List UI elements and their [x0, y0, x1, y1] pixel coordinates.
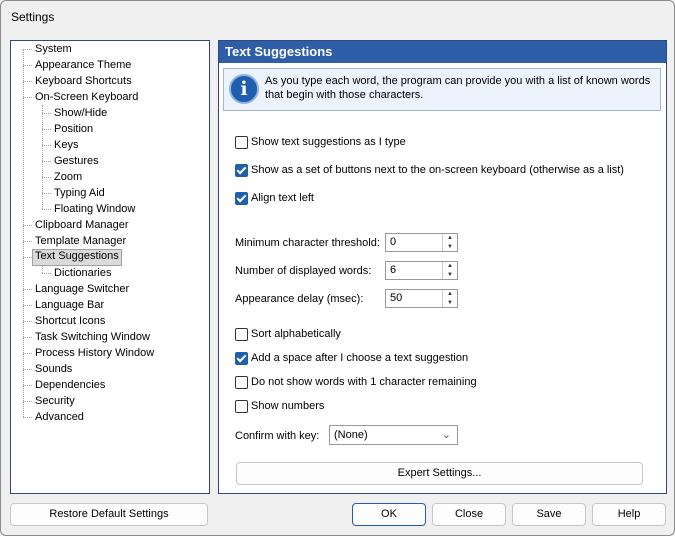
tree-item-keys[interactable]: Keys [52, 138, 80, 153]
delay-label: Appearance delay (msec): [235, 293, 364, 305]
tree-item-floating-window[interactable]: Floating Window [52, 202, 137, 217]
window-title: Settings [11, 10, 55, 24]
tree-item-zoom[interactable]: Zoom [52, 170, 84, 185]
tree-item-shortcut-icons[interactable]: Shortcut Icons [33, 314, 107, 329]
select-value[interactable]: (None) [334, 429, 368, 441]
spinner-buttons[interactable]: ▲ ▼ [442, 262, 457, 279]
spin-down-icon[interactable]: ▼ [443, 271, 457, 279]
tree-item-show-hide[interactable]: Show/Hide [52, 106, 109, 121]
tree-item-keyboard-shortcuts[interactable]: Keyboard Shortcuts [33, 74, 134, 89]
settings-tree[interactable]: System Appearance Theme Keyboard Shortcu… [10, 40, 210, 494]
checkbox-label: Add a space after I choose a text sugges… [251, 352, 469, 364]
info-box: i As you type each word, the program can… [223, 68, 661, 111]
min-threshold-spinner[interactable]: 0 ▲ ▼ [385, 233, 458, 252]
settings-window: Settings System Appearance Theme Keyboar [0, 0, 675, 536]
tree-item-typing-aid[interactable]: Typing Aid [52, 186, 107, 201]
tree-item-sounds[interactable]: Sounds [33, 362, 74, 377]
ok-button[interactable]: OK [352, 503, 426, 526]
spinner-value[interactable]: 6 [390, 264, 396, 276]
tree-item-process-history-window[interactable]: Process History Window [33, 346, 156, 361]
checkbox-box[interactable] [235, 328, 248, 341]
save-button[interactable]: Save [512, 503, 586, 526]
checkbox-box[interactable] [235, 400, 248, 413]
spin-down-icon[interactable]: ▼ [443, 243, 457, 251]
checkbox-box[interactable] [235, 136, 248, 149]
checkbox-box[interactable] [235, 164, 248, 177]
tree-item-gestures[interactable]: Gestures [52, 154, 101, 169]
info-text: As you type each word, the program can p… [265, 75, 651, 101]
info-icon: i [229, 74, 259, 104]
checkbox-label: Show as a set of buttons next to the on-… [251, 164, 624, 176]
tree-item-dictionaries[interactable]: Dictionaries [52, 266, 113, 281]
delay-spinner[interactable]: 50 ▲ ▼ [385, 289, 458, 308]
tree-item-on-screen-keyboard[interactable]: On-Screen Keyboard [33, 90, 140, 105]
close-button[interactable]: Close [432, 503, 506, 526]
spinner-value[interactable]: 50 [390, 292, 402, 304]
checkbox-label: Show numbers [251, 400, 325, 412]
tree-item-security[interactable]: Security [33, 394, 77, 409]
tree-item-dependencies[interactable]: Dependencies [33, 378, 107, 393]
tree-item-text-suggestions[interactable]: Text Suggestions [32, 249, 122, 266]
tree-item-template-manager[interactable]: Template Manager [33, 234, 128, 249]
confirm-key-select[interactable]: (None) ⌄ [329, 425, 458, 445]
spinner-buttons[interactable]: ▲ ▼ [442, 290, 457, 307]
spin-up-icon[interactable]: ▲ [443, 262, 457, 270]
checkbox-label: Show text suggestions as I type [251, 136, 406, 148]
checkbox-label: Sort alphabetically [251, 328, 341, 340]
checkbox-box[interactable] [235, 192, 248, 205]
tree-item-task-switching-window[interactable]: Task Switching Window [33, 330, 152, 345]
tree-item-system[interactable]: System [33, 42, 74, 57]
spin-up-icon[interactable]: ▲ [443, 290, 457, 298]
chevron-down-icon[interactable]: ⌄ [442, 428, 451, 441]
min-threshold-label: Minimum character threshold: [235, 237, 380, 249]
tree-item-language-bar[interactable]: Language Bar [33, 298, 106, 313]
tree-item-language-switcher[interactable]: Language Switcher [33, 282, 131, 297]
spin-down-icon[interactable]: ▼ [443, 299, 457, 307]
tree-item-advanced[interactable]: Advanced [33, 410, 86, 425]
checkbox-box[interactable] [235, 352, 248, 365]
checkbox-label: Do not show words with 1 character remai… [251, 376, 477, 388]
tree-item-position[interactable]: Position [52, 122, 95, 137]
restore-defaults-button[interactable]: Restore Default Settings [10, 503, 208, 526]
spin-up-icon[interactable]: ▲ [443, 234, 457, 242]
help-button[interactable]: Help [592, 503, 666, 526]
confirm-key-label: Confirm with key: [235, 430, 320, 442]
spinner-value[interactable]: 0 [390, 236, 396, 248]
checkbox-box[interactable] [235, 376, 248, 389]
spinner-buttons[interactable]: ▲ ▼ [442, 234, 457, 251]
expert-settings-button[interactable]: Expert Settings... [236, 462, 643, 485]
settings-panel: Text Suggestions i As you type each word… [218, 40, 667, 494]
num-words-label: Number of displayed words: [235, 265, 372, 277]
num-words-spinner[interactable]: 6 ▲ ▼ [385, 261, 458, 280]
panel-title: Text Suggestions [219, 41, 666, 63]
checkbox-label: Align text left [251, 192, 314, 204]
tree-item-clipboard-manager[interactable]: Clipboard Manager [33, 218, 131, 233]
tree-item-appearance-theme[interactable]: Appearance Theme [33, 58, 133, 73]
